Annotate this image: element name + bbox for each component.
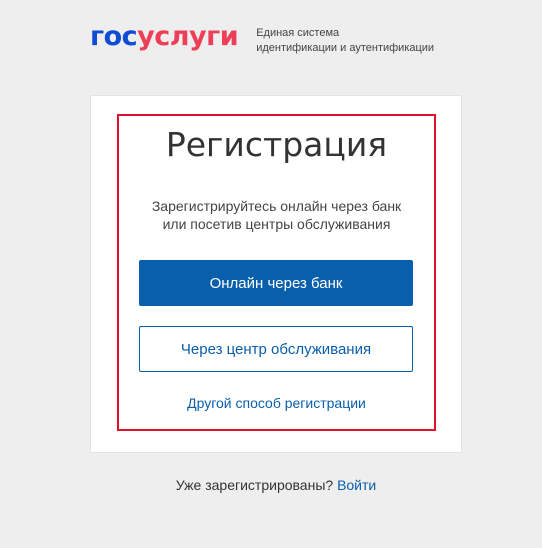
other-registration-link[interactable]: Другой способ регистрации (117, 395, 436, 411)
service-center-button[interactable]: Через центр обслуживания (139, 326, 413, 372)
tagline-line-1: Единая система (256, 27, 340, 39)
logo-text-gos: гос (90, 21, 138, 52)
registration-subtitle: Зарегистрируйтесь онлайн через банк или … (117, 197, 436, 233)
page-title: Регистрация (165, 125, 388, 164)
already-registered-text: Уже зарегистрированы? (175, 477, 334, 493)
site-header: госуслуги Единая система идентификации и… (90, 20, 434, 56)
subtitle-line-2: или посетив центры обслуживания (162, 216, 391, 232)
gosuslugi-logo[interactable]: госуслуги (90, 20, 239, 54)
tagline-line-2: идентификации и аутентификации (256, 42, 435, 54)
logo-tagline: Единая система идентификации и аутентифи… (256, 26, 434, 56)
logo-text-uslugi: услуги (137, 21, 239, 52)
login-link[interactable]: Войти (337, 477, 376, 493)
subtitle-line-1: Зарегистрируйтесь онлайн через банк (151, 198, 402, 214)
online-bank-button[interactable]: Онлайн через банк (139, 260, 413, 306)
footer-login-prompt: Уже зарегистрированы? Войти (0, 477, 542, 493)
